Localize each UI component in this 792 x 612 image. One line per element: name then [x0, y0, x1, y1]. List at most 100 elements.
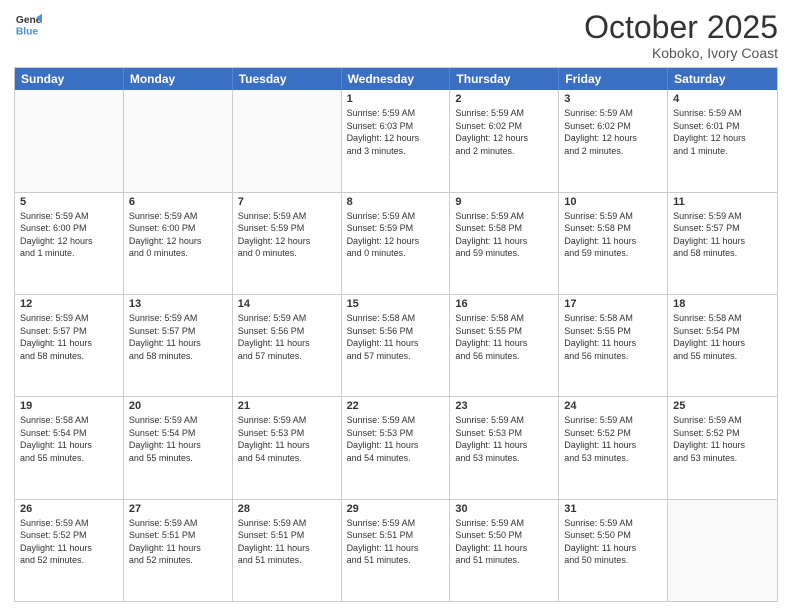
cell-info: Sunrise: 5:59 AM Sunset: 5:57 PM Dayligh… — [129, 312, 227, 362]
calendar-cell: 19 Sunrise: 5:58 AM Sunset: 5:54 PM Dayli… — [15, 397, 124, 498]
day-number: 29 — [347, 503, 445, 515]
calendar-cell — [233, 90, 342, 191]
day-number: 1 — [347, 93, 445, 105]
calendar-cell: 14 Sunrise: 5:59 AM Sunset: 5:56 PM Dayli… — [233, 295, 342, 396]
weekday-header-wednesday: Wednesday — [342, 68, 451, 90]
day-number: 14 — [238, 298, 336, 310]
calendar-row-0: 1 Sunrise: 5:59 AM Sunset: 6:03 PM Daylig… — [15, 90, 777, 192]
calendar-header: SundayMondayTuesdayWednesdayThursdayFrid… — [15, 68, 777, 90]
calendar-cell: 9Sunrise: 5:59 AM Sunset: 5:58 PM Daylig… — [450, 193, 559, 294]
day-number: 21 — [238, 400, 336, 412]
day-number: 23 — [455, 400, 553, 412]
cell-info: Sunrise: 5:59 AM Sunset: 5:52 PM Dayligh… — [20, 517, 118, 567]
calendar-cell: 7 Sunrise: 5:59 AM Sunset: 5:59 PM Daylig… — [233, 193, 342, 294]
cell-info: Sunrise: 5:59 AM Sunset: 5:52 PM Dayligh… — [564, 414, 662, 464]
calendar: SundayMondayTuesdayWednesdayThursdayFrid… — [14, 67, 778, 602]
cell-info: Sunrise: 5:59 AM Sunset: 6:02 PM Dayligh… — [564, 107, 662, 157]
cell-info: Sunrise: 5:58 AM Sunset: 5:55 PM Dayligh… — [455, 312, 553, 362]
calendar-cell: 17Sunrise: 5:58 AM Sunset: 5:55 PM Dayli… — [559, 295, 668, 396]
day-number: 27 — [129, 503, 227, 515]
day-number: 20 — [129, 400, 227, 412]
day-number: 28 — [238, 503, 336, 515]
calendar-cell: 22 Sunrise: 5:59 AM Sunset: 5:53 PM Dayli… — [342, 397, 451, 498]
day-number: 4 — [673, 93, 772, 105]
calendar-cell: 3Sunrise: 5:59 AM Sunset: 6:02 PM Daylig… — [559, 90, 668, 191]
weekday-header-saturday: Saturday — [668, 68, 777, 90]
calendar-cell: 24 Sunrise: 5:59 AM Sunset: 5:52 PM Dayli… — [559, 397, 668, 498]
day-number: 8 — [347, 196, 445, 208]
day-number: 11 — [673, 196, 772, 208]
cell-info: Sunrise: 5:59 AM Sunset: 5:51 PM Dayligh… — [129, 517, 227, 567]
day-number: 19 — [20, 400, 118, 412]
calendar-cell: 11 Sunrise: 5:59 AM Sunset: 5:57 PM Dayli… — [668, 193, 777, 294]
cell-info: Sunrise: 5:59 AM Sunset: 5:51 PM Dayligh… — [347, 517, 445, 567]
calendar-cell — [668, 500, 777, 601]
day-number: 22 — [347, 400, 445, 412]
calendar-cell: 8 Sunrise: 5:59 AM Sunset: 5:59 PM Daylig… — [342, 193, 451, 294]
title-block: October 2025 Koboko, Ivory Coast — [584, 10, 778, 61]
logo: General Blue — [14, 10, 42, 38]
cell-info: Sunrise: 5:59 AM Sunset: 5:57 PM Dayligh… — [673, 210, 772, 260]
calendar-cell: 28 Sunrise: 5:59 AM Sunset: 5:51 PM Dayli… — [233, 500, 342, 601]
cell-info: Sunrise: 5:59 AM Sunset: 5:51 PM Dayligh… — [238, 517, 336, 567]
cell-info: Sunrise: 5:59 AM Sunset: 5:53 PM Dayligh… — [347, 414, 445, 464]
calendar-body: 1 Sunrise: 5:59 AM Sunset: 6:03 PM Daylig… — [15, 90, 777, 601]
calendar-cell: 4Sunrise: 5:59 AM Sunset: 6:01 PM Daylig… — [668, 90, 777, 191]
location: Koboko, Ivory Coast — [584, 45, 778, 61]
calendar-cell: 29 Sunrise: 5:59 AM Sunset: 5:51 PM Dayli… — [342, 500, 451, 601]
day-number: 18 — [673, 298, 772, 310]
calendar-row-2: 12 Sunrise: 5:59 AM Sunset: 5:57 PM Dayli… — [15, 295, 777, 397]
day-number: 15 — [347, 298, 445, 310]
calendar-cell: 16 Sunrise: 5:58 AM Sunset: 5:55 PM Dayli… — [450, 295, 559, 396]
calendar-cell: 30 Sunrise: 5:59 AM Sunset: 5:50 PM Dayli… — [450, 500, 559, 601]
cell-info: Sunrise: 5:59 AM Sunset: 5:56 PM Dayligh… — [238, 312, 336, 362]
page: General Blue October 2025 Koboko, Ivory … — [0, 0, 792, 612]
cell-info: Sunrise: 5:59 AM Sunset: 6:00 PM Dayligh… — [129, 210, 227, 260]
cell-info: Sunrise: 5:59 AM Sunset: 5:53 PM Dayligh… — [455, 414, 553, 464]
logo-icon: General Blue — [14, 10, 42, 38]
calendar-cell: 26 Sunrise: 5:59 AM Sunset: 5:52 PM Dayli… — [15, 500, 124, 601]
cell-info: Sunrise: 5:59 AM Sunset: 5:57 PM Dayligh… — [20, 312, 118, 362]
day-number: 31 — [564, 503, 662, 515]
cell-info: Sunrise: 5:59 AM Sunset: 5:59 PM Dayligh… — [238, 210, 336, 260]
day-number: 5 — [20, 196, 118, 208]
header: General Blue October 2025 Koboko, Ivory … — [14, 10, 778, 61]
cell-info: Sunrise: 5:59 AM Sunset: 5:58 PM Dayligh… — [455, 210, 553, 260]
calendar-cell: 23 Sunrise: 5:59 AM Sunset: 5:53 PM Dayli… — [450, 397, 559, 498]
cell-info: Sunrise: 5:59 AM Sunset: 5:59 PM Dayligh… — [347, 210, 445, 260]
calendar-cell: 25Sunrise: 5:59 AM Sunset: 5:52 PM Dayli… — [668, 397, 777, 498]
calendar-cell: 27 Sunrise: 5:59 AM Sunset: 5:51 PM Dayli… — [124, 500, 233, 601]
calendar-row-3: 19 Sunrise: 5:58 AM Sunset: 5:54 PM Dayli… — [15, 397, 777, 499]
cell-info: Sunrise: 5:58 AM Sunset: 5:56 PM Dayligh… — [347, 312, 445, 362]
cell-info: Sunrise: 5:58 AM Sunset: 5:54 PM Dayligh… — [673, 312, 772, 362]
cell-info: Sunrise: 5:59 AM Sunset: 6:03 PM Dayligh… — [347, 107, 445, 157]
day-number: 12 — [20, 298, 118, 310]
cell-info: Sunrise: 5:58 AM Sunset: 5:54 PM Dayligh… — [20, 414, 118, 464]
day-number: 17 — [564, 298, 662, 310]
day-number: 24 — [564, 400, 662, 412]
cell-info: Sunrise: 5:59 AM Sunset: 5:53 PM Dayligh… — [238, 414, 336, 464]
calendar-cell: 13Sunrise: 5:59 AM Sunset: 5:57 PM Dayli… — [124, 295, 233, 396]
cell-info: Sunrise: 5:59 AM Sunset: 6:02 PM Dayligh… — [455, 107, 553, 157]
day-number: 16 — [455, 298, 553, 310]
calendar-cell: 20 Sunrise: 5:59 AM Sunset: 5:54 PM Dayli… — [124, 397, 233, 498]
weekday-header-thursday: Thursday — [450, 68, 559, 90]
day-number: 6 — [129, 196, 227, 208]
weekday-header-sunday: Sunday — [15, 68, 124, 90]
day-number: 7 — [238, 196, 336, 208]
calendar-cell: 1 Sunrise: 5:59 AM Sunset: 6:03 PM Daylig… — [342, 90, 451, 191]
calendar-cell — [15, 90, 124, 191]
weekday-header-tuesday: Tuesday — [233, 68, 342, 90]
weekday-header-friday: Friday — [559, 68, 668, 90]
calendar-cell: 2 Sunrise: 5:59 AM Sunset: 6:02 PM Daylig… — [450, 90, 559, 191]
day-number: 26 — [20, 503, 118, 515]
day-number: 30 — [455, 503, 553, 515]
weekday-header-monday: Monday — [124, 68, 233, 90]
calendar-row-4: 26 Sunrise: 5:59 AM Sunset: 5:52 PM Dayli… — [15, 500, 777, 601]
cell-info: Sunrise: 5:59 AM Sunset: 5:54 PM Dayligh… — [129, 414, 227, 464]
calendar-cell — [124, 90, 233, 191]
cell-info: Sunrise: 5:59 AM Sunset: 5:50 PM Dayligh… — [455, 517, 553, 567]
day-number: 25 — [673, 400, 772, 412]
svg-text:Blue: Blue — [16, 26, 39, 37]
day-number: 2 — [455, 93, 553, 105]
